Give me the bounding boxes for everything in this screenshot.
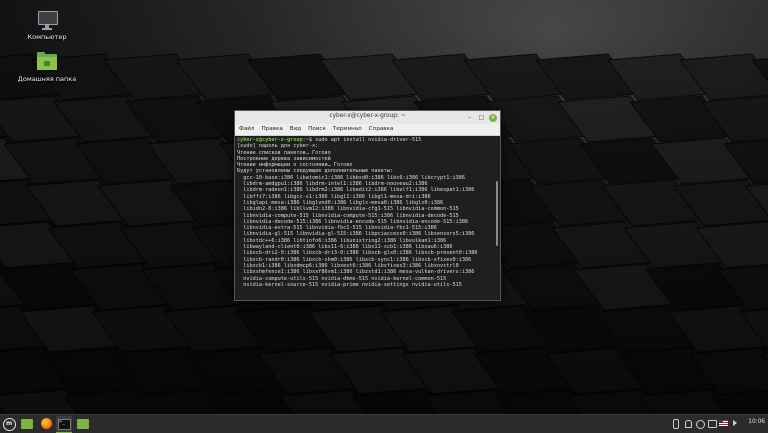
desktop-icon-computer[interactable]: Компьютер — [12, 10, 82, 41]
notification-icon[interactable] — [683, 418, 692, 429]
menu-terminal[interactable]: Терминал — [329, 124, 365, 132]
menu-view[interactable]: Вид — [286, 124, 304, 132]
bluetooth-icon[interactable] — [671, 418, 680, 429]
output-line: libffi7:i386 libgcc-s1:i386 libgl1:i386 … — [237, 193, 431, 200]
folder-icon[interactable] — [75, 416, 91, 432]
menu-help[interactable]: Справка — [365, 124, 397, 132]
output-line: [sudo] пароль для cyber-x: — [237, 143, 319, 150]
output-line: libxcb1:i386 libxdmcp6:i386 libxext6:i38… — [237, 262, 459, 269]
output-line: libnvidia-compute-515 libnvidia-compute-… — [237, 212, 459, 219]
minimize-button[interactable]: – — [465, 113, 474, 122]
output-line: libdrm-radeon1:i386 libdrm2:i386 libedit… — [237, 187, 475, 194]
output-line: nvidia-kernel-source-515 nvidia-prime nv… — [237, 281, 462, 288]
keyboard-layout-icon[interactable] — [719, 418, 728, 429]
output-line: libnvidia-extra-515 libnvidia-fbc1-515 l… — [237, 225, 437, 232]
firefox-icon[interactable] — [39, 416, 55, 432]
menu-file[interactable]: Файл — [235, 124, 257, 132]
output-line: Чтение списков пакетов… Готово — [237, 149, 331, 156]
window-title: cyber-x@cyber-x-group: ~ — [329, 113, 406, 119]
output-line: libidn2-0:i386 libllvm12:i386 libnvidia-… — [237, 206, 459, 213]
volume-icon[interactable] — [732, 418, 741, 429]
output-line: libxcb-dri2-0:i386 libxcb-dri3-0:i386 li… — [237, 250, 478, 257]
output-line: libxcb-randr0:i386 libxcb-shm0:i386 libx… — [237, 256, 472, 263]
terminal-menubar: Файл Правка Вид Поиск Терминал Справка — [235, 124, 500, 136]
terminal-icon[interactable]: >_ — [56, 416, 72, 433]
prompt-user: cyber-x@cyber-x-group — [237, 137, 303, 143]
output-lines: [sudo] пароль для cyber-x: Чтение списко… — [237, 143, 477, 288]
computer-icon — [36, 10, 58, 30]
output-line: nvidia-compute-utils-515 nvidia-dkms-515… — [237, 275, 447, 282]
output-line: libnvidia-decode-515:i386 libnvidia-enco… — [237, 218, 469, 225]
desktop-icon-label: Компьютер — [27, 33, 67, 41]
output-line: libnvidia-gl-515 libnvidia-gl-515:i386 l… — [237, 231, 475, 238]
display-icon[interactable] — [707, 418, 717, 429]
output-line: libstdc++6:i386 libtinfo6:i386 libunistr… — [237, 237, 447, 244]
maximize-button[interactable]: □ — [477, 113, 486, 122]
prompt-command: $ sudo apt install nvidia-driver-515 — [308, 137, 422, 143]
menu-edit[interactable]: Правка — [257, 124, 285, 132]
terminal-titlebar[interactable]: cyber-x@cyber-x-group: ~ – □ × — [235, 111, 500, 124]
output-line: libdrm-amdgpu1:i386 libdrm-intel1:i386 l… — [237, 181, 428, 188]
mint-menu-icon[interactable]: m — [3, 416, 16, 432]
desktop-icon-home-folder[interactable]: Домашняя папка — [12, 52, 82, 83]
taskbar-panel: m >_ 10:06 — [0, 414, 768, 433]
output-line: Будут установлены следующие дополнительн… — [237, 168, 394, 175]
output-line: gcc-10-base:i386 libatomic1:i386 libbsd0… — [237, 174, 465, 181]
terminal-output[interactable]: cyber-x@cyber-x-group:~$ sudo apt instal… — [235, 136, 494, 300]
desktop-icon-label: Домашняя папка — [17, 75, 77, 83]
output-line: libwayland-client0:i386 libx11-6:i386 li… — [237, 244, 453, 251]
scrollbar-thumb[interactable] — [496, 181, 498, 246]
home-folder-icon — [36, 52, 58, 72]
menu-search[interactable]: Поиск — [304, 124, 329, 132]
output-line: Чтение информации о состоянии… Готово — [237, 162, 353, 169]
output-line: libxshmfence1:i386 libxxf86vm1:i386 libz… — [237, 269, 475, 276]
terminal-window[interactable]: cyber-x@cyber-x-group: ~ – □ × Файл Правк… — [234, 110, 501, 301]
close-button[interactable]: × — [489, 113, 497, 122]
output-line: libglapi-mesa:i386 libglvnd0:i386 libglx… — [237, 199, 444, 206]
output-line: Построение дерева зависимостей — [237, 155, 331, 162]
files-icon[interactable] — [19, 416, 35, 432]
clock[interactable]: 10:06 — [748, 419, 765, 425]
update-icon[interactable] — [695, 418, 705, 429]
